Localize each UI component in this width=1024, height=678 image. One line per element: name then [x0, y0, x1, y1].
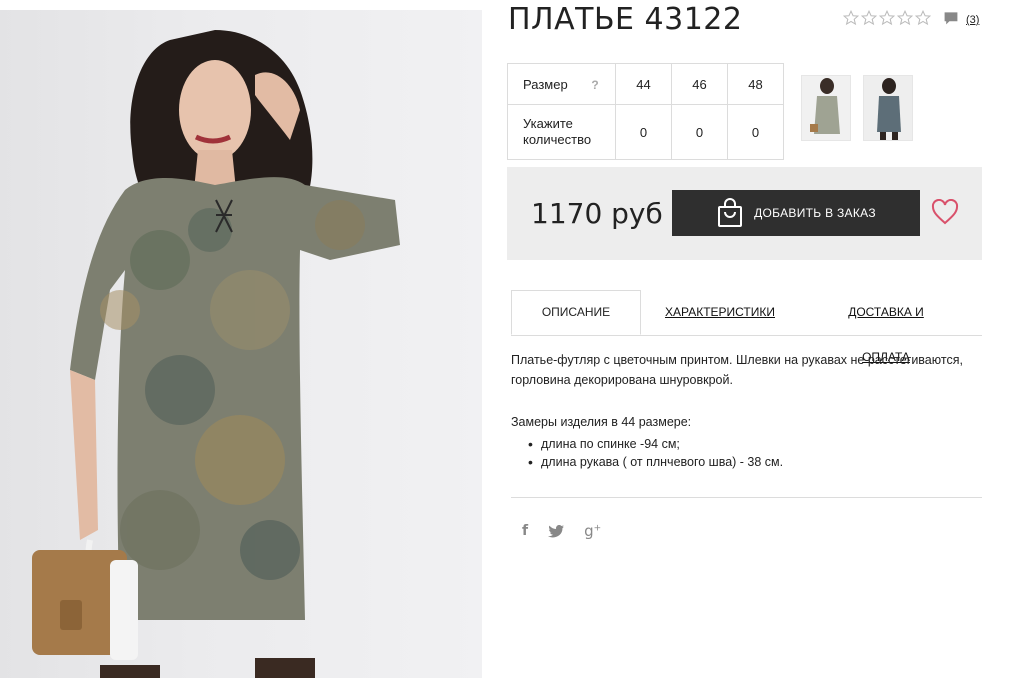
add-to-order-button[interactable]: ДОБАВИТЬ В ЗАКАЗ	[672, 190, 920, 236]
size-help-icon[interactable]: ?	[591, 78, 598, 92]
facebook-icon[interactable]: f	[522, 523, 528, 539]
star-icon[interactable]	[915, 10, 931, 26]
size-option[interactable]: 46	[671, 63, 728, 105]
list-item: длина по спинке -94 см;	[528, 435, 783, 453]
product-title: ПЛАТЬЕ 43122	[508, 2, 743, 37]
product-tabs: ОПИСАНИЕ ХАРАКТЕРИСТИКИ ДОСТАВКА И ОПЛАТ…	[511, 290, 982, 364]
bag-icon	[718, 198, 743, 227]
tab-characteristics[interactable]: ХАРАКТЕРИСТИКИ	[664, 290, 776, 335]
measurements-title: Замеры изделия в 44 размере:	[511, 415, 692, 429]
comment-icon[interactable]	[943, 10, 959, 26]
price: 1170 руб	[531, 197, 663, 230]
size-label-cell: Размер ?	[507, 63, 616, 105]
product-photo[interactable]	[0, 10, 482, 678]
star-icon[interactable]	[843, 10, 859, 26]
twitter-icon[interactable]	[548, 524, 565, 538]
thumbnail-image[interactable]	[863, 75, 913, 141]
size-option[interactable]: 44	[615, 63, 672, 105]
quantity-field[interactable]: 0	[615, 104, 672, 160]
size-table: Размер ? 44 46 48 Укажите количество 0 0…	[507, 63, 784, 160]
buy-box: 1170 руб ДОБАВИТЬ В ЗАКАЗ	[507, 167, 982, 260]
star-icon[interactable]	[861, 10, 877, 26]
size-option[interactable]: 48	[727, 63, 784, 105]
thumbnail-strip	[801, 75, 913, 141]
thumbnail-image[interactable]	[801, 75, 851, 141]
description-text: Платье-футляр с цветочным принтом. Шлевк…	[511, 353, 963, 387]
measurements-list: длина по спинке -94 см; длина рукава ( о…	[511, 435, 783, 471]
rating[interactable]: (3)	[843, 10, 979, 26]
add-to-order-label: ДОБАВИТЬ В ЗАКАЗ	[754, 206, 876, 220]
star-icon[interactable]	[879, 10, 895, 26]
google-plus-icon[interactable]: g+	[584, 522, 601, 540]
list-item: длина рукава ( от плнчевого шва) - 38 см…	[528, 453, 783, 471]
review-count-link[interactable]: (3)	[966, 14, 979, 26]
heart-icon[interactable]	[931, 199, 959, 225]
quantity-row: Укажите количество 0 0 0	[507, 104, 784, 160]
size-row: Размер ? 44 46 48	[507, 63, 784, 105]
tab-description[interactable]: ОПИСАНИЕ	[511, 290, 641, 335]
star-icon[interactable]	[897, 10, 913, 26]
quantity-field[interactable]: 0	[671, 104, 728, 160]
divider	[511, 497, 982, 498]
quantity-field[interactable]: 0	[727, 104, 784, 160]
social-share: f g+	[522, 522, 601, 540]
tab-delivery[interactable]: ДОСТАВКА И ОПЛАТА	[824, 290, 948, 364]
product-photo-illustration	[32, 30, 400, 678]
size-label: Размер	[523, 76, 568, 92]
quantity-label: Укажите количество	[507, 104, 616, 160]
